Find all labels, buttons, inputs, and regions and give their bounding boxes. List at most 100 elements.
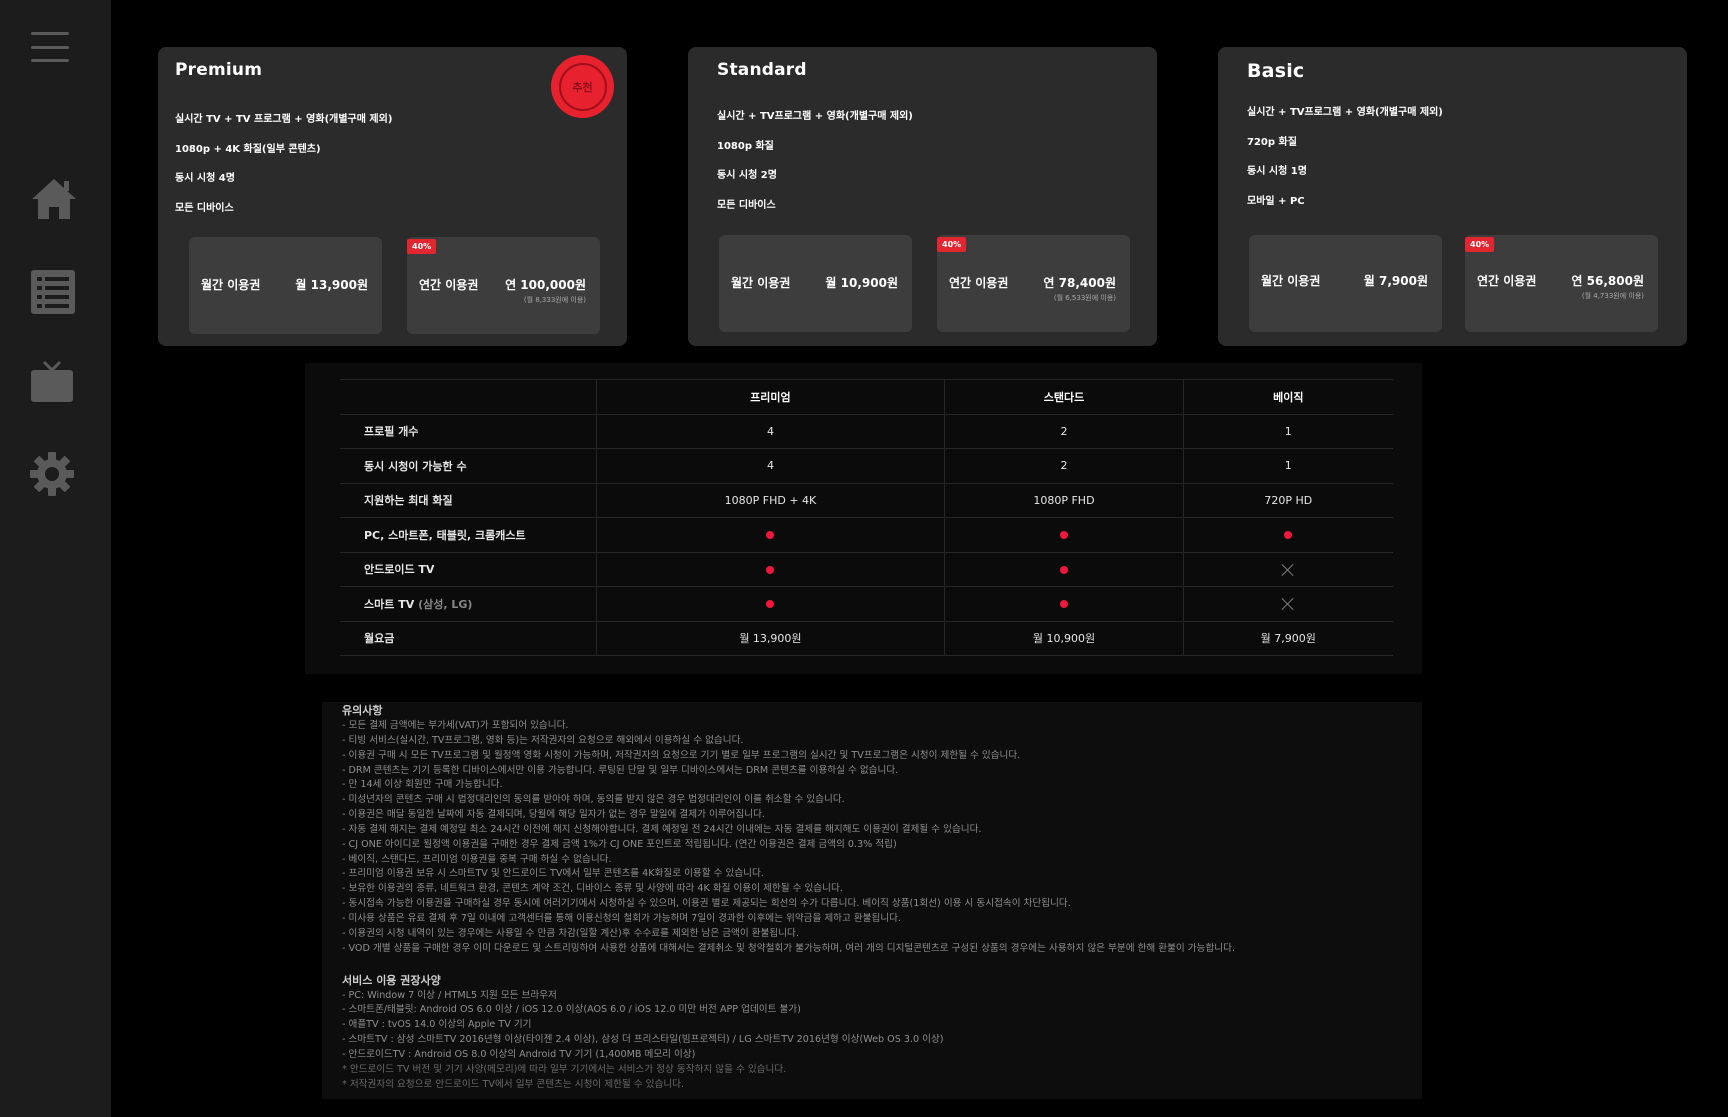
recommend-title: 서비스 이용 권장사양	[342, 973, 441, 987]
menu-icon[interactable]	[30, 30, 70, 64]
annual-pass-label: 연간 이용권	[949, 276, 1009, 290]
annual-pass-monthly-equiv: (월 8,333원에 이용)	[523, 296, 586, 304]
plan-feature: 720p 화질	[1247, 137, 1297, 148]
row-label: 스마트 TV (삼성, LG)	[340, 586, 596, 622]
plan-comparison-table: 프리미엄 스탠다드 베이직 프로필 개수 4 2 1 동시 시청이 가능한 수 …	[340, 379, 1393, 656]
recommend-line: - 안드로이드TV : Android OS 8.0 이상의 Android T…	[342, 1048, 696, 1060]
monthly-pass-label: 월간 이용권	[1261, 274, 1321, 288]
plan-comparison-section: 프리미엄 스탠다드 베이직 프로필 개수 4 2 1 동시 시청이 가능한 수 …	[305, 363, 1422, 674]
table-cell: 1	[1182, 448, 1393, 484]
caution-line: - 미성년자의 콘텐츠 구매 시 법정대리인의 동의를 받아야 하며, 동의를 …	[342, 794, 845, 806]
home-icon[interactable]	[30, 176, 78, 222]
table-cell: 월 10,900원	[944, 620, 1184, 656]
annual-pass-price: 연 56,800원	[1571, 274, 1644, 288]
caution-line: - 프리미엄 이용권 보유 시 스마트TV 및 안드로이드 TV에서 일부 콘텐…	[342, 868, 764, 880]
plan-feature: 모바일 + PC	[1247, 196, 1305, 207]
tv-icon[interactable]	[30, 360, 74, 404]
annual-pass-label: 연간 이용권	[1477, 274, 1537, 288]
table-row: 지원하는 최대 화질 1080P FHD + 4K 1080P FHD 720P…	[340, 482, 1393, 518]
table-cell	[595, 551, 945, 587]
notes-section: 유의사항 - 모든 결제 금액에는 부가세(VAT)가 포함되어 있습니다. -…	[322, 702, 1422, 1099]
table-cell: 4	[595, 413, 945, 449]
caution-line: - 미사용 상품은 유료 결제 후 7일 이내에 고객센터를 통해 이용신청의 …	[342, 912, 902, 924]
plan-feature: 동시 시청 4명	[175, 173, 235, 184]
plan-card-basic: Basic 실시간 + TV프로그램 + 영화(개별구매 제외) 720p 화질…	[1218, 47, 1687, 346]
annual-pass-button[interactable]: 40% 연간 이용권 연 56,800원 (월 4,733원에 이용)	[1465, 235, 1658, 332]
table-cell: 2	[944, 448, 1184, 484]
caution-line: - DRM 콘텐츠는 기기 등록한 디바이스에서만 이용 가능합니다. 루팅된 …	[342, 764, 899, 776]
annual-pass-button[interactable]: 40% 연간 이용권 연 100,000원 (월 8,333원에 이용)	[407, 237, 600, 334]
row-label-text: 스마트 TV	[364, 597, 415, 611]
plan-feature: 동시 시청 1명	[1247, 166, 1307, 177]
plan-feature: 실시간 TV + TV 프로그램 + 영화(개별구매 제외)	[175, 114, 393, 125]
row-label: 안드로이드 TV	[340, 551, 596, 587]
annual-pass-button[interactable]: 40% 연간 이용권 연 78,400원 (월 6,533원에 이용)	[937, 235, 1130, 332]
monthly-pass-price: 월 7,900원	[1363, 274, 1428, 288]
discount-badge: 40%	[937, 237, 967, 252]
table-cell: 2	[944, 413, 1184, 449]
plan-feature: 동시 시청 2명	[717, 170, 777, 181]
table-cell	[595, 586, 945, 622]
row-label-note: (삼성, LG)	[418, 597, 473, 611]
caution-line: - CJ ONE 아이디로 월정액 이용권을 구매한 경우 결제 금액 1%가 …	[342, 838, 897, 850]
annual-pass-label: 연간 이용권	[419, 278, 479, 292]
plan-feature: 모든 디바이스	[717, 200, 776, 211]
sidebar	[0, 0, 111, 1117]
monthly-pass-button[interactable]: 월간 이용권 월 10,900원	[719, 235, 912, 332]
plan-feature: 모든 디바이스	[175, 203, 234, 214]
plan-card-premium: Premium 추천 실시간 TV + TV 프로그램 + 영화(개별구매 제외…	[158, 47, 627, 346]
table-header-cell	[340, 379, 596, 415]
caution-line: - 모든 결제 금액에는 부가세(VAT)가 포함되어 있습니다.	[342, 720, 569, 731]
monthly-pass-button[interactable]: 월간 이용권 월 7,900원	[1249, 235, 1442, 332]
supported-dot-icon	[1284, 531, 1293, 540]
table-cell: 1080P FHD + 4K	[595, 482, 945, 518]
table-header-cell: 베이직	[1182, 379, 1393, 415]
annual-pass-monthly-equiv: (월 6,533원에 이용)	[1053, 294, 1116, 302]
recommend-line: - 스마트폰/태블릿: Android OS 6.0 이상 / iOS 12.0…	[342, 1004, 801, 1016]
plan-feature: 1080p + 4K 화질(일부 콘텐츠)	[175, 144, 321, 155]
caution-line: - 이용권 구매 시 모든 TV프로그램 및 월정액 영화 시청이 가능하며, …	[342, 749, 1021, 761]
caution-line: - VOD 개별 상품을 구매한 경우 이미 다운로드 및 스트리밍하여 사용한…	[342, 942, 1235, 954]
discount-badge: 40%	[407, 239, 437, 254]
unsupported-x-icon	[1282, 564, 1294, 576]
caution-line: - 티빙 서비스(실시간, TV프로그램, 영화 등)는 저작권자의 요청으로 …	[342, 734, 744, 746]
monthly-pass-label: 월간 이용권	[731, 276, 791, 290]
plan-feature: 실시간 + TV프로그램 + 영화(개별구매 제외)	[717, 111, 913, 122]
supported-dot-icon	[1059, 531, 1068, 540]
discount-badge: 40%	[1465, 237, 1495, 252]
table-cell: 720P HD	[1182, 482, 1393, 518]
caution-line: - 베이직, 스탠다드, 프리미엄 이용권을 중복 구매 하실 수 없습니다.	[342, 853, 612, 865]
supported-dot-icon	[1059, 565, 1068, 574]
recommend-badge-label: 추천	[558, 62, 607, 111]
list-icon[interactable]	[30, 269, 76, 315]
plan-card-standard: Standard 실시간 + TV프로그램 + 영화(개별구매 제외) 1080…	[688, 47, 1157, 346]
caution-line: - 이용권의 시청 내역이 있는 경우에는 사용일 수 만큼 차감(일할 계산)…	[342, 927, 799, 939]
table-row: 스마트 TV (삼성, LG)	[340, 586, 1393, 622]
table-cell	[1182, 586, 1393, 622]
caution-line: - 동시접속 가능한 이용권을 구매하실 경우 동시에 여러기기에서 시청하실 …	[342, 898, 1071, 910]
plan-feature: 1080p 화질	[717, 141, 774, 152]
supported-dot-icon	[766, 565, 775, 574]
table-row: 월요금 월 13,900원 월 10,900원 월 7,900원	[340, 620, 1393, 656]
table-cell	[1182, 517, 1393, 553]
footnote-line: * 저작권자의 요청으로 안드로이드 TV에서 일부 콘텐츠는 시청이 제한될 …	[342, 1078, 685, 1090]
settings-icon[interactable]	[30, 452, 74, 496]
caution-line: - 자동 결제 해지는 결제 예정일 최소 24시간 이전에 해지 신청해야합니…	[342, 823, 982, 835]
unsupported-x-icon	[1282, 598, 1294, 610]
plan-feature: 실시간 + TV프로그램 + 영화(개별구매 제외)	[1247, 107, 1443, 118]
row-label: 프로필 개수	[340, 413, 596, 449]
table-cell	[944, 551, 1184, 587]
caution-line: - 만 14세 이상 회원만 구매 가능합니다.	[342, 779, 503, 791]
table-cell	[944, 586, 1184, 622]
recommend-line: - PC: Window 7 이상 / HTML5 지원 모든 브라우저	[342, 989, 557, 1001]
monthly-pass-button[interactable]: 월간 이용권 월 13,900원	[189, 237, 382, 334]
supported-dot-icon	[766, 531, 775, 540]
caution-line: - 이용권은 매달 동일한 날짜에 자동 결제되며, 당월에 해당 일자가 없는…	[342, 809, 765, 821]
table-cell: 1080P FHD	[944, 482, 1184, 518]
annual-pass-price: 연 100,000원	[505, 278, 586, 292]
row-label: 월요금	[340, 620, 596, 656]
table-row: 동시 시청이 가능한 수 4 2 1	[340, 448, 1393, 484]
table-cell: 4	[595, 448, 945, 484]
table-header-cell: 스탠다드	[944, 379, 1184, 415]
plan-title: Premium	[175, 60, 263, 80]
